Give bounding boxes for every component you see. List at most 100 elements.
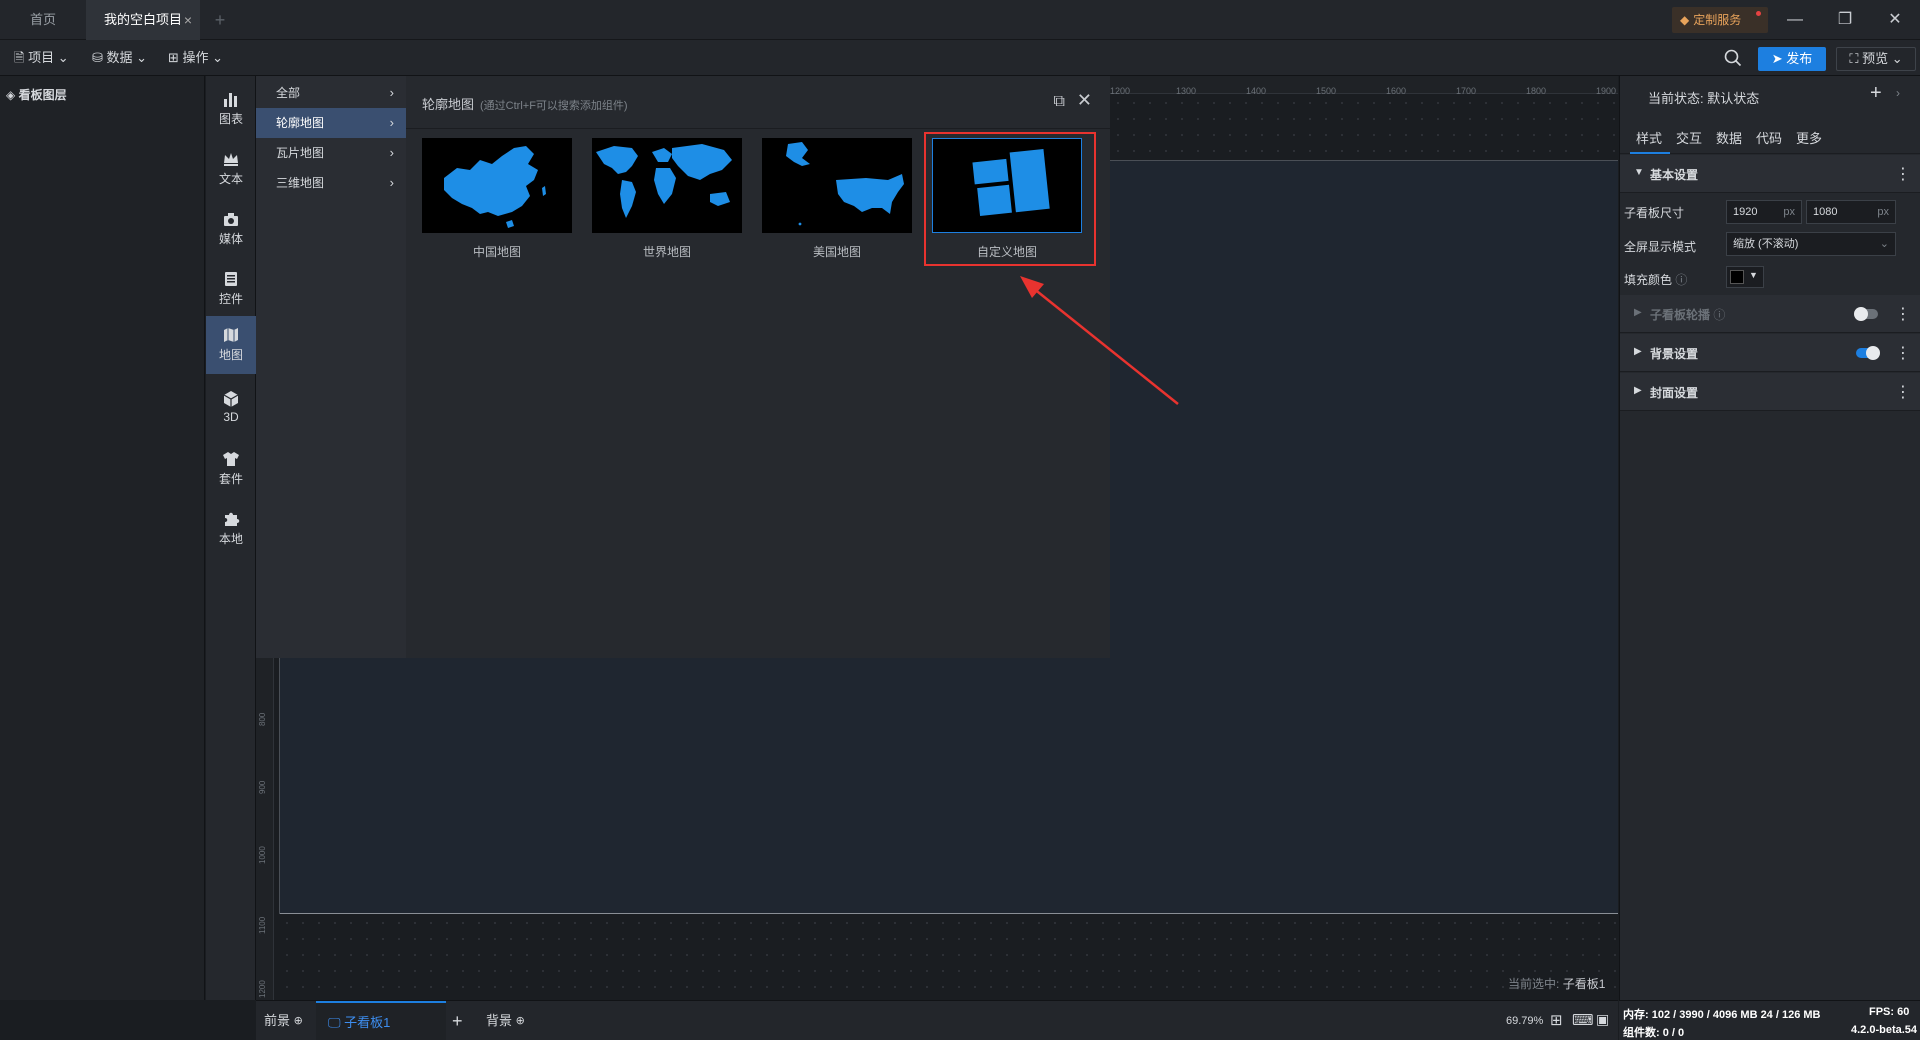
category-outline-map[interactable]: 轮廓地图 ›: [256, 108, 406, 138]
comp-control-label: 控件: [218, 292, 243, 306]
menu-data-label: 数据: [106, 50, 133, 65]
map-card-label: 中国地图: [472, 245, 521, 259]
comp-suite[interactable]: 套件: [206, 440, 256, 496]
category-tile-map[interactable]: 瓦片地图 ›: [256, 138, 406, 168]
canvas-grid-top: [1110, 95, 1618, 159]
background-toggle[interactable]: [1856, 346, 1880, 360]
fullscreen-select[interactable]: 缩放 (不滚动) ⌄: [1726, 232, 1896, 256]
color-swatch: [1730, 270, 1744, 284]
fullscreen-icon: ⛶: [1849, 51, 1859, 66]
section-carousel[interactable]: ▶ 子看板轮播 ⓘ ⋮: [1620, 295, 1920, 333]
tab-home[interactable]: 首页: [0, 0, 86, 40]
status-bar: 内存: 102 / 3990 / 4096 MB 24 / 126 MB FPS…: [1619, 1000, 1920, 1040]
add-tab-button[interactable]: +: [210, 0, 230, 40]
comp-map-label: 地图: [218, 348, 243, 362]
comp-text[interactable]: 文本: [206, 140, 256, 196]
help-icon[interactable]: ⓘ: [1675, 273, 1687, 287]
tab-interaction[interactable]: 交互: [1676, 128, 1702, 147]
width-input[interactable]: 1920 px: [1726, 200, 1802, 224]
selection-label: 当前选中:: [1508, 977, 1560, 991]
height-input[interactable]: 1080 px: [1806, 200, 1896, 224]
comp-local[interactable]: 本地: [206, 500, 256, 556]
preview-button[interactable]: ⛶ 预览 ⌄: [1836, 47, 1916, 71]
comp-3d[interactable]: 3D: [206, 380, 256, 436]
section-cover[interactable]: ▶ 封面设置 ⋮: [1620, 373, 1920, 411]
comp-map[interactable]: 地图: [206, 316, 256, 374]
add-circle-icon[interactable]: ⊕: [294, 1015, 303, 1027]
terminal-icon[interactable]: ▣: [1596, 1011, 1609, 1028]
layers-title: 看板图层: [18, 88, 67, 102]
title-bar: 首页 我的空白项目 × + ◆ 定制服务 — ❐ ✕: [0, 0, 1920, 40]
ruler-tick: 900: [258, 780, 267, 794]
more-icon[interactable]: ⋮: [1895, 343, 1911, 363]
more-icon[interactable]: ⋮: [1895, 164, 1911, 184]
component-count: 组件数: 0 / 0: [1623, 1027, 1685, 1039]
category-3d-map[interactable]: 三维地图 ›: [256, 168, 406, 198]
background-tab[interactable]: 背景 ⊕: [486, 1001, 525, 1040]
zoom-level[interactable]: 69.79%: [1506, 1015, 1543, 1027]
document-icon: 🗎: [14, 50, 25, 65]
comp-suite-label: 套件: [218, 472, 243, 486]
foreground-tab[interactable]: 前景 ⊕: [264, 1001, 303, 1040]
keyboard-icon[interactable]: ⌨: [1572, 1011, 1594, 1029]
comp-media[interactable]: 媒体: [206, 200, 256, 256]
tab-style[interactable]: 样式: [1636, 128, 1662, 147]
selection-info: 当前选中: 子看板1: [1508, 975, 1605, 992]
menu-data[interactable]: ⛁ 数据 ⌄: [92, 40, 147, 76]
fill-color-picker[interactable]: ▼: [1726, 266, 1764, 288]
map-card-usa[interactable]: 美国地图: [762, 138, 912, 260]
tab-code[interactable]: 代码: [1756, 128, 1782, 147]
state-label: 当前状态:: [1648, 91, 1704, 106]
annotation-arrow: [1020, 276, 1179, 405]
more-icon[interactable]: ⋮: [1895, 304, 1911, 324]
tab-more[interactable]: 更多: [1796, 128, 1822, 147]
highlight-box: [924, 132, 1096, 266]
map-panel-title: 轮廓地图 (通过Ctrl+F可以搜索添加组件): [422, 94, 628, 113]
foreground-label: 前景: [264, 1013, 291, 1028]
help-icon[interactable]: ⓘ: [1713, 308, 1725, 322]
menu-project[interactable]: 🗎 项目 ⌄: [14, 40, 69, 76]
sub-board-tab[interactable]: 🖵 子看板1: [316, 1001, 446, 1040]
map-card-china[interactable]: 中国地图: [422, 138, 572, 260]
category-label: 三维地图: [276, 176, 325, 190]
section-basic[interactable]: ▼ 基本设置 ⋮: [1620, 155, 1920, 193]
divider: [406, 128, 1110, 129]
caret-down-icon: ▼: [1634, 167, 1644, 178]
category-all[interactable]: 全部 ›: [256, 78, 406, 108]
tab-project[interactable]: 我的空白项目 ×: [86, 0, 200, 40]
close-tab-icon[interactable]: ×: [184, 0, 192, 40]
add-board-button[interactable]: +: [452, 1001, 463, 1040]
add-state-icon[interactable]: +: [1870, 82, 1882, 105]
custom-service-button[interactable]: ◆ 定制服务: [1672, 7, 1768, 33]
chevron-right-icon: ›: [389, 175, 394, 190]
add-circle-icon[interactable]: ⊕: [516, 1015, 525, 1027]
comp-control[interactable]: 控件: [206, 260, 256, 316]
chevron-down-icon: ⌄: [212, 50, 224, 65]
map-card-world[interactable]: 世界地图: [592, 138, 742, 260]
caret-right-icon: ▶: [1634, 346, 1642, 357]
carousel-toggle[interactable]: [1854, 307, 1878, 321]
usa-map-thumbnail: [762, 138, 912, 233]
more-icon[interactable]: ⋮: [1895, 382, 1911, 402]
section-background-title: 背景设置: [1650, 347, 1699, 361]
chevron-right-icon[interactable]: ›: [1896, 86, 1900, 100]
restore-icon[interactable]: ❐: [1820, 0, 1870, 40]
memory-status: 内存: 102 / 3990 / 4096 MB 24 / 126 MB: [1623, 1009, 1821, 1021]
publish-label: 发布: [1786, 51, 1813, 66]
toggle-knob: [1854, 307, 1868, 321]
close-window-icon[interactable]: ✕: [1870, 0, 1920, 40]
search-icon[interactable]: [1724, 49, 1742, 70]
menu-operation[interactable]: ⊞ 操作 ⌄: [168, 40, 223, 76]
tab-data[interactable]: 数据: [1716, 128, 1742, 147]
comp-chart[interactable]: 图表: [206, 80, 256, 136]
copy-icon[interactable]: ⧉: [1053, 93, 1064, 110]
publish-button[interactable]: ➤ 发布: [1758, 47, 1826, 71]
fit-screen-icon[interactable]: ⊞: [1550, 1011, 1563, 1029]
minimize-icon[interactable]: —: [1770, 0, 1820, 40]
ruler-tick: 800: [258, 712, 267, 726]
database-icon: ⛁: [92, 50, 103, 65]
ruler-tick: 1100: [258, 916, 267, 934]
fps-label: FPS: 60: [1869, 1006, 1909, 1018]
close-icon[interactable]: ✕: [1077, 90, 1092, 110]
section-background[interactable]: ▶ 背景设置 ⋮: [1620, 334, 1920, 372]
